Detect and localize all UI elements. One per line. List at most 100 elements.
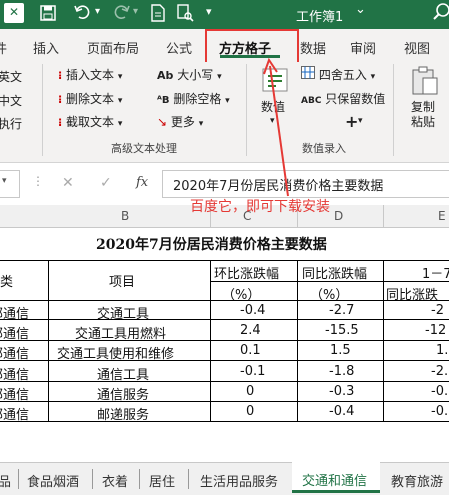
new-document-icon[interactable]: [150, 4, 166, 26]
cell-category[interactable]: 邮通信: [0, 364, 29, 383]
undo-icon[interactable]: [74, 4, 92, 24]
round-button[interactable]: 四舍五入 ▾: [301, 66, 375, 83]
copy-paste-button[interactable]: 复制粘贴: [405, 66, 449, 138]
cell-ytd[interactable]: -2: [431, 303, 444, 318]
table-title[interactable]: 2020年7月份居民消费价格主要数据: [96, 234, 327, 254]
tab-view[interactable]: 视图: [404, 38, 430, 57]
sheet-tab-education[interactable]: 教育旅游: [391, 471, 443, 490]
case-icon: Ab: [157, 69, 174, 82]
sheet-tab-partial[interactable]: 品: [0, 471, 11, 490]
cell-item[interactable]: 邮递服务: [97, 404, 149, 423]
sheet-tab-food[interactable]: 食品烟酒: [27, 471, 79, 490]
table-border: [297, 260, 298, 421]
plus-dropdown-icon[interactable]: ▾: [358, 116, 363, 126]
header-category[interactable]: 类: [0, 271, 13, 290]
cell-mom[interactable]: 0.1: [240, 343, 261, 358]
sheet-tab-housing[interactable]: 居住: [149, 471, 175, 490]
cell-item[interactable]: 交通工具: [97, 303, 149, 322]
sheet-tab-household[interactable]: 生活用品服务: [200, 471, 278, 490]
insert-text-button[interactable]: ⁝ 插入文本 ▾: [58, 66, 122, 83]
insert-text-icon: ⁝: [58, 69, 63, 82]
cell-yoy[interactable]: 1.5: [330, 343, 351, 358]
tab-insert[interactable]: 插入: [33, 38, 59, 57]
cell-item[interactable]: 交通工具使用和维修: [57, 343, 174, 362]
cell-yoy[interactable]: -2.7: [329, 303, 354, 318]
cell-mom[interactable]: 0: [246, 404, 254, 419]
sheet-tab-clothing[interactable]: 衣着: [102, 471, 128, 490]
cell-mom[interactable]: 2.4: [240, 323, 261, 338]
search-icon[interactable]: [433, 2, 449, 25]
column-header-e[interactable]: E: [438, 209, 446, 223]
cell-category[interactable]: 邮通信: [0, 384, 29, 403]
ribbon-partial-chinese[interactable]: 中文: [0, 92, 22, 109]
cell-category[interactable]: 邮通信: [0, 323, 29, 342]
column-header-b[interactable]: B: [121, 209, 129, 223]
sheet-tab-active[interactable]: 交通和通信: [292, 462, 380, 493]
tab-formulas[interactable]: 公式: [166, 38, 192, 57]
chevron-down-icon: ▾: [198, 119, 204, 129]
cancel-edit-button[interactable]: ✕: [62, 175, 74, 191]
extract-text-icon: ⁝: [58, 116, 63, 129]
chevron-down-icon: ▾: [2, 176, 7, 186]
trim-spaces-button[interactable]: ᴬB 删除空格 ▾: [157, 90, 230, 107]
title-bar: ✕ ▾ ▾ ▾ 工作簿1 ⌄: [0, 0, 449, 29]
formula-input[interactable]: 2020年7月份居民消费价格主要数据: [162, 170, 449, 198]
tab-file-partial[interactable]: 件: [0, 38, 7, 57]
header-ytd[interactable]: 1－7: [422, 263, 449, 282]
insert-function-button[interactable]: fx: [136, 175, 148, 190]
cell-ytd[interactable]: -12: [425, 323, 446, 338]
tab-data[interactable]: 数据: [300, 38, 326, 57]
save-icon[interactable]: [40, 5, 56, 25]
cell-category[interactable]: 邮通信: [0, 404, 29, 423]
cell-category[interactable]: 邮通信: [0, 343, 29, 362]
more-button[interactable]: ↘ 更多 ▾: [157, 113, 203, 130]
header-item[interactable]: 项目: [109, 271, 135, 290]
cell-mom[interactable]: -0.4: [240, 303, 265, 318]
redo-icon[interactable]: [112, 4, 130, 24]
cell-yoy[interactable]: -0.3: [329, 384, 354, 399]
print-preview-icon[interactable]: [176, 4, 194, 26]
case-button[interactable]: Ab 大小写 ▾: [157, 66, 222, 83]
confirm-edit-button[interactable]: ✓: [100, 175, 112, 191]
undo-dropdown-icon[interactable]: ▾: [95, 6, 100, 17]
cell-item[interactable]: 交通工具用燃料: [75, 323, 166, 342]
ribbon-partial-english[interactable]: 英文: [0, 68, 22, 85]
cell-ytd[interactable]: -2.: [431, 364, 448, 379]
trim-spaces-icon: ᴬB: [157, 95, 170, 106]
customize-toolbar-icon[interactable]: ▾: [206, 5, 212, 18]
keep-values-button[interactable]: ABC 只保留数值: [301, 90, 385, 107]
sheet-tabs: 品 食品烟酒 衣着 居住 生活用品服务 交通和通信 教育旅游: [0, 462, 449, 495]
extract-text-button[interactable]: ⁝ 截取文本 ▾: [58, 113, 122, 130]
column-header-d[interactable]: D: [334, 209, 343, 223]
cell-mom[interactable]: -0.1: [240, 364, 265, 379]
header-mom-unit[interactable]: （%）: [222, 284, 260, 303]
cell-ytd[interactable]: -0.: [431, 404, 448, 419]
header-yoy[interactable]: 同比涨跌幅: [302, 263, 367, 282]
cell-yoy[interactable]: -15.5: [325, 323, 359, 338]
cell-item[interactable]: 通信工具: [97, 364, 149, 383]
delete-text-button[interactable]: ⁝ 删除文本 ▾: [58, 90, 122, 107]
header-yoy-unit[interactable]: （%）: [310, 284, 348, 303]
cell-ytd[interactable]: -0.: [431, 384, 448, 399]
group-label-numeric: 数值录入: [302, 142, 346, 155]
close-workbook-icon[interactable]: ✕: [4, 3, 24, 23]
header-mom[interactable]: 环比涨跌幅: [214, 263, 279, 282]
tab-page-layout[interactable]: 页面布局: [87, 38, 139, 57]
cell-ytd[interactable]: 1.: [436, 343, 448, 358]
name-box[interactable]: ▾: [0, 170, 20, 198]
cell-yoy[interactable]: -0.4: [329, 404, 354, 419]
sheet-grid: 2020年7月份居民消费价格主要数据 类 项目 环比涨跌幅 同比涨跌幅 1－7 …: [0, 228, 449, 462]
ribbon-body: 英文 中文 执行 ⁝ 插入文本 ▾ ⁝ 删除文本 ▾ ⁝ 截取文本 ▾ Ab 大…: [0, 62, 449, 163]
cell-mom[interactable]: 0: [246, 384, 254, 399]
tab-review[interactable]: 审阅: [350, 38, 376, 57]
cell-item[interactable]: 通信服务: [97, 384, 149, 403]
cell-yoy[interactable]: -1.8: [329, 364, 354, 379]
redo-dropdown-icon[interactable]: ▾: [133, 6, 138, 17]
title-chevron-icon[interactable]: ⌄: [355, 2, 366, 17]
chevron-down-icon: ▾: [225, 96, 230, 106]
column-divider: [383, 205, 384, 227]
header-ytd-sub[interactable]: 同比涨跌: [386, 284, 438, 303]
cell-category[interactable]: 邮通信: [0, 303, 29, 322]
ribbon-partial-execute[interactable]: 执行: [0, 115, 22, 132]
plus-button[interactable]: +: [345, 112, 358, 131]
